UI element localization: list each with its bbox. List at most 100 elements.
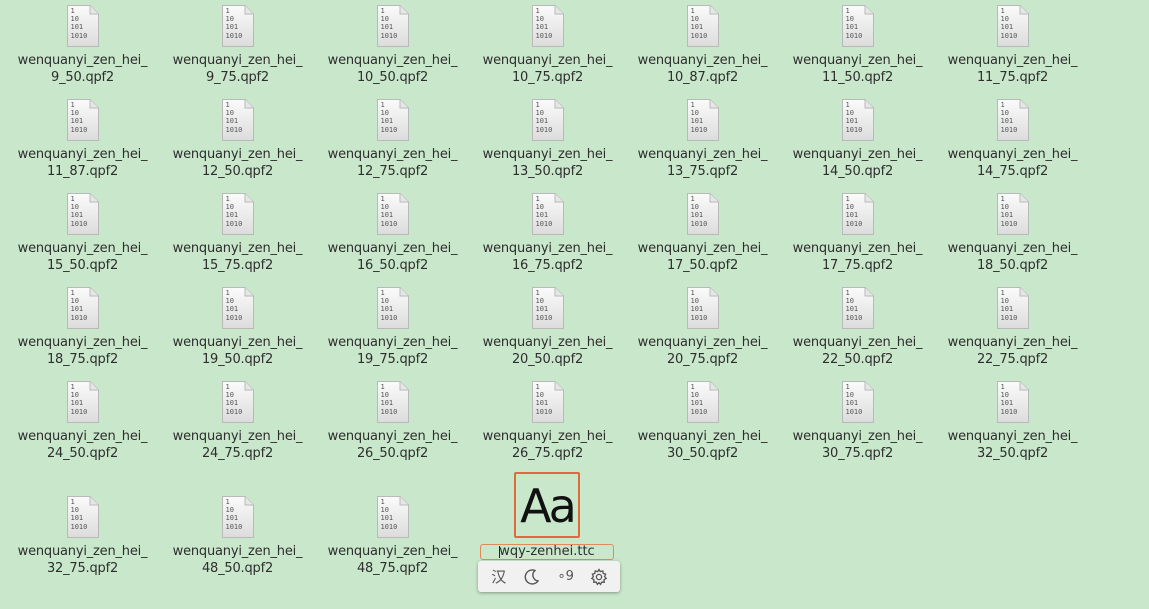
file-name: wenquanyi_zen_hei_ 48_50.qpf2 xyxy=(173,543,303,577)
file-item[interactable]: 1 10 101 1010 wenquanyi_zen_hei_ 19_75.qpf… xyxy=(315,285,470,379)
file-item[interactable]: 1 10 101 1010 wenquanyi_zen_hei_ 24_50.qpf… xyxy=(5,379,160,473)
file-item[interactable]: 1 10 101 1010 wenquanyi_zen_hei_ 14_75.qpf… xyxy=(935,97,1090,191)
file-item[interactable]: 1 10 101 1010 wenquanyi_zen_hei_ 16_75.qpf… xyxy=(470,191,625,285)
file-item[interactable]: 1 10 101 1010 wenquanyi_zen_hei_ 22_50.qpf… xyxy=(780,285,935,379)
file-name-line1: wenquanyi_zen_hei_ xyxy=(327,53,458,68)
file-item[interactable]: 1 10 101 1010 wenquanyi_zen_hei_ 20_75.qpf… xyxy=(625,285,780,379)
file-item[interactable]: 1 10 101 1010 wenquanyi_zen_hei_ 26_50.qpf… xyxy=(315,379,470,473)
binary-icon-text: 1 10 101 1010 xyxy=(690,383,708,416)
file-name: wenquanyi_zen_hei_ 32_75.qpf2 xyxy=(18,543,148,577)
binary-file-icon: 1 10 101 1010 xyxy=(531,380,565,424)
ime-settings-button[interactable] xyxy=(586,565,612,589)
binary-icon-text: 1 10 101 1010 xyxy=(535,289,553,322)
file-name-line1: wenquanyi_zen_hei_ xyxy=(17,429,148,444)
file-item[interactable]: 1 10 101 1010 wenquanyi_zen_hei_ 11_75.qpf… xyxy=(935,3,1090,97)
moon-icon xyxy=(524,568,540,585)
chinese-mode-label: 汉 xyxy=(491,568,507,586)
file-name-line1: wenquanyi_zen_hei_ xyxy=(637,241,768,256)
file-name: wenquanyi_zen_hei_ 20_75.qpf2 xyxy=(638,334,768,368)
binary-file-icon: 1 10 101 1010 xyxy=(221,4,255,48)
file-name-line1: wenquanyi_zen_hei_ xyxy=(172,335,303,350)
file-item[interactable]: 1 10 101 1010 wenquanyi_zen_hei_ 20_50.qpf… xyxy=(470,285,625,379)
file-item[interactable]: 1 10 101 1010 wenquanyi_zen_hei_ 48_75.qpf… xyxy=(315,494,470,576)
punctuation-button[interactable] xyxy=(519,565,545,589)
file-item[interactable]: 1 10 101 1010 wenquanyi_zen_hei_ 17_50.qpf… xyxy=(625,191,780,285)
text-caret xyxy=(499,546,500,558)
binary-file-icon: 1 10 101 1010 xyxy=(376,98,410,142)
binary-icon-text: 1 10 101 1010 xyxy=(225,498,243,531)
binary-file-icon: 1 10 101 1010 xyxy=(376,380,410,424)
file-name: wenquanyi_zen_hei_ 10_50.qpf2 xyxy=(328,52,458,86)
file-name-line1: wenquanyi_zen_hei_ xyxy=(637,429,768,444)
file-item[interactable]: 1 10 101 1010 wenquanyi_zen_hei_ 24_75.qpf… xyxy=(160,379,315,473)
file-item[interactable]: 1 10 101 1010 wenquanyi_zen_hei_ 18_75.qpf… xyxy=(5,285,160,379)
file-name-line2: 32_50.qpf2 xyxy=(976,446,1049,461)
binary-file-icon: 1 10 101 1010 xyxy=(841,192,875,236)
file-item[interactable]: 1 10 101 1010 wenquanyi_zen_hei_ 32_75.qpf… xyxy=(5,494,160,576)
selected-font-file[interactable]: Aa wqy-zenhei.ttc xyxy=(478,472,616,560)
file-name: wenquanyi_zen_hei_ 22_75.qpf2 xyxy=(948,334,1078,368)
file-item[interactable]: 1 10 101 1010 wenquanyi_zen_hei_ 16_50.qpf… xyxy=(315,191,470,285)
file-item[interactable]: 1 10 101 1010 wenquanyi_zen_hei_ 10_75.qpf… xyxy=(470,3,625,97)
file-item[interactable]: 1 10 101 1010 wenquanyi_zen_hei_ 18_50.qpf… xyxy=(935,191,1090,285)
binary-file-icon: 1 10 101 1010 xyxy=(376,495,410,539)
file-name-line2: 12_50.qpf2 xyxy=(201,164,274,179)
file-item[interactable]: 1 10 101 1010 wenquanyi_zen_hei_ 9_75.qpf2 xyxy=(160,3,315,97)
file-item[interactable]: 1 10 101 1010 wenquanyi_zen_hei_ 48_50.qpf… xyxy=(160,494,315,576)
rename-input[interactable]: wqy-zenhei.ttc xyxy=(480,544,614,560)
full-half-width-button[interactable]: ∘9 xyxy=(553,565,579,589)
file-name-line1: wenquanyi_zen_hei_ xyxy=(327,147,458,162)
binary-icon-text: 1 10 101 1010 xyxy=(70,101,88,134)
file-name: wenquanyi_zen_hei_ 12_75.qpf2 xyxy=(328,146,458,180)
file-name-line1: wenquanyi_zen_hei_ xyxy=(792,241,923,256)
binary-file-icon: 1 10 101 1010 xyxy=(376,4,410,48)
file-name: wenquanyi_zen_hei_ 19_50.qpf2 xyxy=(173,334,303,368)
font-preview-icon[interactable]: Aa xyxy=(514,472,580,538)
file-item[interactable]: 1 10 101 1010 wenquanyi_zen_hei_ 9_50.qpf2 xyxy=(5,3,160,97)
file-name-line2: 18_75.qpf2 xyxy=(46,352,119,367)
binary-icon-text: 1 10 101 1010 xyxy=(535,101,553,134)
file-name-line1: wenquanyi_zen_hei_ xyxy=(792,53,923,68)
file-item[interactable]: 1 10 101 1010 wenquanyi_zen_hei_ 12_50.qpf… xyxy=(160,97,315,191)
file-name-line2: 10_50.qpf2 xyxy=(356,70,429,85)
file-name: wenquanyi_zen_hei_ 32_50.qpf2 xyxy=(948,428,1078,462)
file-item[interactable]: 1 10 101 1010 wenquanyi_zen_hei_ 13_50.qpf… xyxy=(470,97,625,191)
file-item[interactable]: 1 10 101 1010 wenquanyi_zen_hei_ 30_75.qpf… xyxy=(780,379,935,473)
file-name: wenquanyi_zen_hei_ 10_87.qpf2 xyxy=(638,52,768,86)
file-name-line2: 48_75.qpf2 xyxy=(356,561,429,576)
binary-icon-text: 1 10 101 1010 xyxy=(225,101,243,134)
file-item[interactable]: 1 10 101 1010 wenquanyi_zen_hei_ 11_87.qpf… xyxy=(5,97,160,191)
file-item[interactable]: 1 10 101 1010 wenquanyi_zen_hei_ 15_50.qpf… xyxy=(5,191,160,285)
file-item[interactable]: 1 10 101 1010 wenquanyi_zen_hei_ 12_75.qpf… xyxy=(315,97,470,191)
font-preview-text: Aa xyxy=(520,479,577,533)
file-name-line2: 30_75.qpf2 xyxy=(821,446,894,461)
file-item[interactable]: 1 10 101 1010 wenquanyi_zen_hei_ 19_50.qpf… xyxy=(160,285,315,379)
file-item[interactable]: 1 10 101 1010 wenquanyi_zen_hei_ 14_50.qpf… xyxy=(780,97,935,191)
file-name-line2: 16_50.qpf2 xyxy=(356,258,429,273)
file-item[interactable]: 1 10 101 1010 wenquanyi_zen_hei_ 13_75.qpf… xyxy=(625,97,780,191)
file-name-line2: 11_50.qpf2 xyxy=(821,70,894,85)
file-item[interactable]: 1 10 101 1010 wenquanyi_zen_hei_ 26_75.qpf… xyxy=(470,379,625,473)
file-name: wenquanyi_zen_hei_ 48_75.qpf2 xyxy=(328,543,458,577)
binary-file-icon: 1 10 101 1010 xyxy=(996,98,1030,142)
file-item[interactable]: 1 10 101 1010 wenquanyi_zen_hei_ 17_75.qpf… xyxy=(780,191,935,285)
file-item[interactable]: 1 10 101 1010 wenquanyi_zen_hei_ 10_50.qpf… xyxy=(315,3,470,97)
file-item[interactable]: 1 10 101 1010 wenquanyi_zen_hei_ 22_75.qpf… xyxy=(935,285,1090,379)
binary-icon-text: 1 10 101 1010 xyxy=(380,195,398,228)
file-name-line1: wenquanyi_zen_hei_ xyxy=(637,53,768,68)
file-name: wenquanyi_zen_hei_ 17_75.qpf2 xyxy=(793,240,923,274)
chinese-mode-button[interactable]: 汉 xyxy=(486,565,512,589)
binary-icon-text: 1 10 101 1010 xyxy=(1000,289,1018,322)
file-name-line2: 10_75.qpf2 xyxy=(511,70,584,85)
file-name-line1: wenquanyi_zen_hei_ xyxy=(792,335,923,350)
file-name-line2: 14_75.qpf2 xyxy=(976,164,1049,179)
file-item[interactable]: 1 10 101 1010 wenquanyi_zen_hei_ 11_50.qpf… xyxy=(780,3,935,97)
binary-icon-text: 1 10 101 1010 xyxy=(225,383,243,416)
file-name: wenquanyi_zen_hei_ 13_75.qpf2 xyxy=(638,146,768,180)
file-item[interactable]: 1 10 101 1010 wenquanyi_zen_hei_ 10_87.qpf… xyxy=(625,3,780,97)
file-name-line2: 13_75.qpf2 xyxy=(666,164,739,179)
file-item[interactable]: 1 10 101 1010 wenquanyi_zen_hei_ 30_50.qpf… xyxy=(625,379,780,473)
file-item[interactable]: 1 10 101 1010 wenquanyi_zen_hei_ 32_50.qpf… xyxy=(935,379,1090,473)
file-name-line2: 14_50.qpf2 xyxy=(821,164,894,179)
file-item[interactable]: 1 10 101 1010 wenquanyi_zen_hei_ 15_75.qpf… xyxy=(160,191,315,285)
